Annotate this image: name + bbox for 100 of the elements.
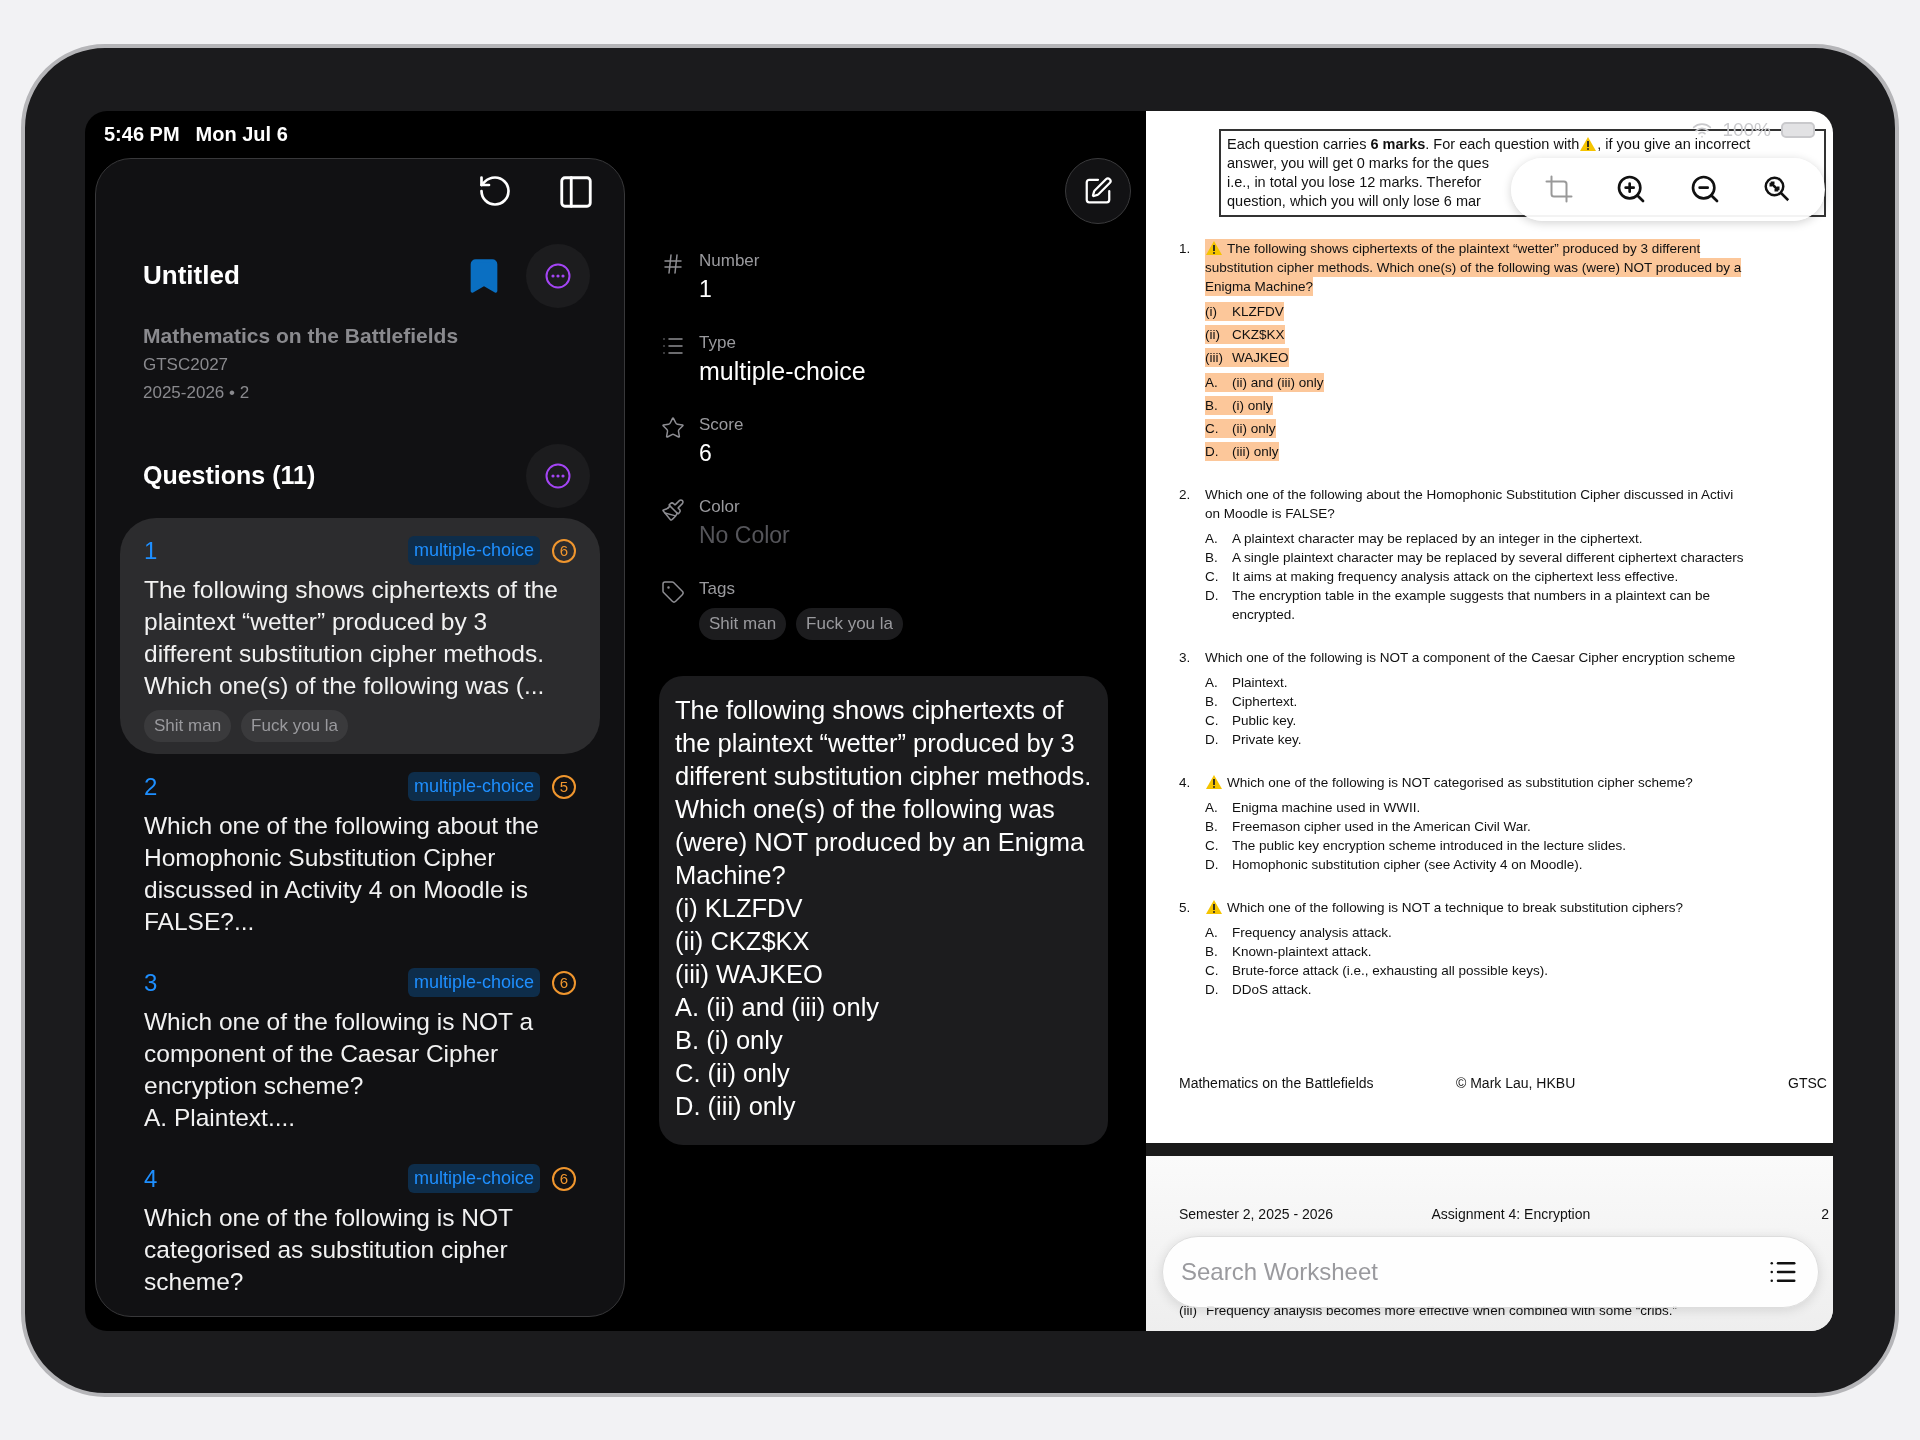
option-text: A plaintext character may be replaced by an integer in the ciphertext. [1232,529,1643,548]
option-text: (ii) only [1232,419,1276,438]
notice-text: Each question carries 6 marks. For each question with [1227,134,1580,154]
option-text: The encryption table in the example suggests that numbers in a plaintext can be encrypted. [1232,586,1711,624]
option-label: D. [1205,730,1220,749]
option-label: A. [1205,923,1219,942]
battery-icon [1781,121,1815,138]
question-preview: The following shows ciphertexts of the plaintext “wetter” produced by 3 different substitution cipher methods. Which one(s) of the following was (... [144,574,559,701]
option-text: (ii) and (iii) only [1232,373,1324,392]
question-item[interactable]: 2 multiple-choice 5 Which one of the following about the Homophonic Substitution Cipher discussed in Activity 4 on Moodle is FALSE?... [120,753,600,950]
warning-icon [1579,136,1598,152]
question-number: 2. [1179,485,1192,504]
question-number: 2 [144,772,159,801]
search-input[interactable]: Search Worksheet [1179,1256,1768,1287]
option-text: Frequency analysis attack. [1232,923,1392,942]
option-label: (iii) [1205,348,1224,367]
option-label: (ii) [1205,325,1221,344]
crop-button[interactable] [1543,174,1574,204]
option-text: Plaintext. [1232,673,1288,692]
type-tag: multiple-choice [407,536,540,565]
type-tag: multiple-choice [407,1164,540,1193]
score-indicator: 5 [552,774,576,799]
option-label: B. [1205,942,1219,961]
question-number: 3 [144,968,159,997]
option-text: The public key encryption scheme introduced in the lecture slides. [1232,836,1626,855]
sheet-title: Untitled [143,260,241,291]
warning-icon [1205,899,1223,915]
question-text: The following shows ciphertexts of the plaintext “wetter” produced by 3 different substitution cipher methods. Which one(s) of the following was (were) NOT produced by an Enigma Machine? (i) KLZFDV (ii) CKZ$KX (iii) WAJKEO A. (ii) and (iii) only B. (i) only C. (ii) only D. (iii) only [659,675,1108,1145]
course-term: 2025-2026 • 2 [143,381,251,404]
question-line: Which one of the following is NOT a technique to break substitution ciphers? [1227,898,1683,917]
ellipsis-icon [545,262,571,289]
question-line: Which one of the following is NOT categorised as substitution cipher scheme? [1227,773,1693,792]
option-text: Brute-force attack (i.e., exhausting all possible keys). [1232,961,1548,980]
header-text: Semester 2, 2025 - 2026 [1179,1205,1335,1222]
status-time: 5:46 PM [104,122,180,146]
score-indicator: 6 [552,538,576,563]
tag-chip[interactable]: Fuck you la [796,607,904,640]
option-label: A. [1205,673,1219,692]
field-label: Tags [699,577,736,600]
question-preview: Which one of the following about the Homophonic Substitution Cipher discussed in Activity 4 on Moodle is FALSE?... [144,810,540,937]
notice-text: answer, you will get 0 marks for the ques [1227,153,1489,173]
option-text: It aims at making frequency analysis attack on the ciphertext less effective. [1232,567,1679,586]
question-number: 1. [1179,239,1192,258]
option-label: D. [1205,980,1220,999]
field-label: Color [699,495,741,518]
ellipsis-icon [545,462,571,489]
question-item[interactable]: 1 multiple-choice 6 The following shows ciphertexts of the plaintext “wetter” produced by 3 different substitution cipher methods. Which one(s) of the following was (... Shit man Fuck you la [120,517,600,754]
option-label: A. [1205,529,1219,548]
course-name: Mathematics on the Battlefields [143,322,460,349]
question-number: 5. [1179,898,1192,917]
question-line: on Moodle is FALSE? [1205,504,1335,523]
option-label: C. [1205,836,1220,855]
option-label: C. [1205,419,1220,438]
status-date: Mon Jul 6 [195,122,288,146]
option-text: Known-plaintext attack. [1232,942,1372,961]
footer-text: © Mark Lau, HKBU [1456,1074,1577,1091]
star-icon [661,415,685,440]
option-label: A. [1205,798,1219,817]
notice-text: , if you give an incorrect [1597,135,1751,154]
question-number: 1 [144,536,159,565]
field-label: Score [699,413,744,436]
course-code: GTSC2027 [143,353,230,376]
option-text: Enigma machine used in WWII. [1232,798,1421,817]
notice-text: i.e., in total you lose 12 marks. Therefor [1227,172,1482,192]
pen-icon [1083,175,1113,206]
notice-text: question, which you will only lose 6 mar [1227,191,1481,211]
option-label: C. [1205,567,1220,586]
question-preview: Which one of the following is NOT a component of the Caesar Cipher encryption scheme? A. Plaintext.... [144,1006,534,1133]
option-text: DDoS attack. [1232,980,1312,999]
question-item[interactable]: 3 multiple-choice 6 Which one of the following is NOT a component of the Caesar Cipher encryption scheme? A. Plaintext.... [120,949,600,1146]
tag-chip: Shit man [144,709,232,742]
field-label: Number [699,249,760,272]
field-value: No Color [699,520,790,550]
hash-icon [661,251,685,276]
option-label: B. [1205,548,1219,567]
questions-heading: Questions (11) [143,461,316,490]
tag-chip[interactable]: Shit man [699,607,787,640]
warning-icon [1205,240,1223,256]
question-number: 3. [1179,648,1192,667]
option-text: Homophonic substitution cipher (see Activity 4 on Moodle). [1232,855,1583,874]
option-label: (i) [1205,302,1218,321]
type-tag: multiple-choice [407,772,540,801]
header-text: Assignment 4: Encryption [1431,1205,1592,1222]
option-label: D. [1205,855,1220,874]
question-line: Which one of the following about the Homophonic Substitution Cipher discussed in Activi [1205,485,1734,504]
option-label: D. [1205,442,1220,461]
field-value: 1 [699,274,713,304]
field-value: 6 [699,438,713,468]
question-item[interactable]: 4 multiple-choice 6 Which one of the following is NOT categorised as substitution cipher scheme? [120,1145,600,1310]
header-text: 2 [1821,1205,1829,1222]
footer-text: GTSC [1788,1074,1827,1091]
option-text: CKZ$KX [1232,325,1285,344]
option-text: (iii) only [1232,442,1279,461]
option-text: Private key. [1232,730,1302,749]
question-line: Which one of the following is NOT a component of the Caesar Cipher encryption scheme [1205,648,1736,667]
option-label: A. [1205,373,1219,392]
warning-icon [1205,774,1223,790]
option-label: C. [1205,961,1220,980]
option-text: Freemason cipher used in the American Civil War. [1232,817,1531,836]
field-value: multiple-choice [699,355,866,387]
